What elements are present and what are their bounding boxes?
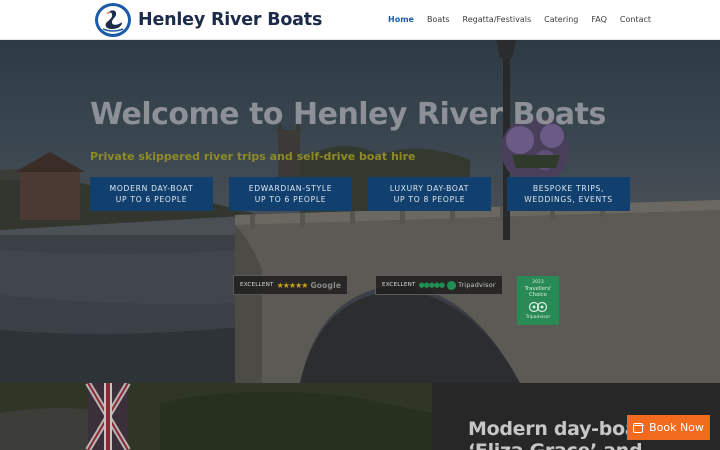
hero-title: Welcome to Henley River Boats — [90, 97, 606, 132]
cta-edwardian-style[interactable]: EDWARDIAN-STYLE UP TO 6 PEOPLE — [229, 177, 352, 211]
cta-line: LUXURY DAY-BOAT — [389, 184, 470, 193]
nav-faq[interactable]: FAQ — [591, 15, 607, 24]
cta-line: UP TO 8 PEOPLE — [393, 195, 466, 204]
tripadvisor-rating-badge[interactable]: EXCELLENT ●●●●● Tripadvisor — [375, 275, 503, 295]
cta-line: UP TO 6 PEOPLE — [254, 195, 327, 204]
bubble-rating-icon: ●●●●● — [418, 281, 446, 289]
nav-boats[interactable]: Boats — [427, 15, 450, 24]
cta-luxury-day-boat[interactable]: LUXURY DAY-BOAT UP TO 8 PEOPLE — [368, 177, 491, 211]
site-header: Henley River Boats Home Boats Regatta/Fe… — [0, 0, 720, 40]
cta-line: BESPOKE TRIPS, — [532, 184, 605, 193]
cta-modern-day-boat[interactable]: MODERN DAY-BOAT UP TO 6 PEOPLE — [90, 177, 213, 211]
tripadvisor-owl-icon — [447, 280, 457, 290]
hero-subtitle: Private skippered river trips and self-d… — [90, 150, 416, 163]
star-icon: ★★★★★ — [276, 280, 309, 290]
cta-line: WEDDINGS, EVENTS — [524, 195, 613, 204]
main-nav: Home Boats Regatta/Festivals Catering FA… — [388, 15, 651, 24]
rating-label: EXCELLENT — [240, 282, 274, 288]
boat-photo — [0, 383, 432, 450]
tripadvisor-owl-icon — [528, 301, 548, 313]
cta-line: UP TO 6 PEOPLE — [115, 195, 188, 204]
travellers-choice-badge[interactable]: 2023 Travellers' Choice Tripadvisor — [517, 276, 559, 325]
nav-home[interactable]: Home — [388, 15, 414, 24]
google-logo: Google — [310, 280, 342, 290]
award-title: Choice — [529, 292, 547, 298]
union-flag-boat-image — [0, 383, 432, 450]
rating-label: EXCELLENT — [382, 282, 416, 288]
section-heading: Modern day-boat ‘Eliza Grace’ and — [468, 418, 646, 450]
calendar-icon — [632, 422, 644, 433]
nav-contact[interactable]: Contact — [620, 15, 651, 24]
book-now-label: Book Now — [649, 421, 704, 434]
tripadvisor-logo: Tripadvisor — [458, 281, 496, 289]
hero-section: Welcome to Henley River Boats Private sk… — [0, 40, 720, 383]
heading-line: Modern day-boat — [468, 418, 647, 440]
heading-line: ‘Eliza Grace’ and — [468, 440, 646, 450]
book-now-button[interactable]: Book Now — [627, 415, 710, 440]
cta-line: MODERN DAY-BOAT — [109, 184, 194, 193]
award-brand: Tripadvisor — [525, 315, 551, 320]
nav-catering[interactable]: Catering — [544, 15, 578, 24]
site-logo[interactable]: Henley River Boats — [95, 3, 322, 37]
cta-line: EDWARDIAN-STYLE — [248, 184, 333, 193]
nav-regatta-festivals[interactable]: Regatta/Festivals — [463, 15, 532, 24]
swan-logo-icon — [95, 3, 131, 37]
hero-background-image — [0, 40, 720, 383]
logo-text: Henley River Boats — [138, 10, 323, 30]
cta-bespoke-trips[interactable]: BESPOKE TRIPS, WEDDINGS, EVENTS — [507, 177, 630, 211]
google-rating-badge[interactable]: EXCELLENT ★★★★★ Google — [233, 275, 349, 295]
